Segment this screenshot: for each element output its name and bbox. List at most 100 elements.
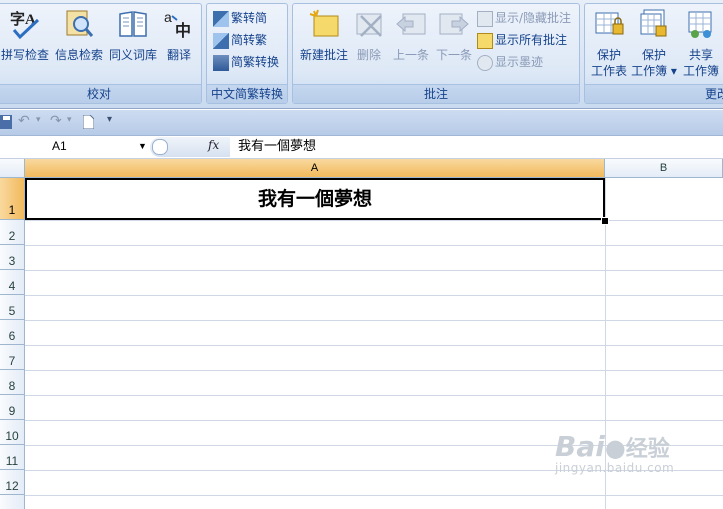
row-header-7[interactable]: 7 [0, 345, 25, 370]
row-header-2[interactable]: 2 [0, 220, 25, 245]
previous-comment-icon [396, 13, 426, 35]
quick-access-toolbar: ↶ ▾ ↷ ▾ ▾ [0, 110, 723, 136]
show-hide-comment-label: 显示/隐藏批注 [495, 11, 572, 25]
conversion-label: 简繁转换 [231, 55, 280, 69]
protect-sheet-button[interactable]: 保护 工作表 [589, 8, 629, 79]
chinese-conversion-group: 繁转简 简转繁 简繁转换 中文简繁转换 [206, 3, 288, 104]
paw-icon: ● [604, 434, 626, 462]
show-all-comments-button[interactable]: 显示所有批注 [477, 30, 567, 50]
thesaurus-icon [119, 11, 147, 37]
proofing-group-label: 校对 [0, 84, 201, 103]
row-divider [25, 270, 723, 271]
share-workbook-icon [688, 11, 712, 38]
row-header-3[interactable]: 3 [0, 245, 25, 270]
delete-comment-button[interactable]: 删除 [351, 8, 387, 63]
undo-dropdown-icon[interactable]: ▾ [36, 115, 41, 125]
trad-to-simp-icon [213, 10, 229, 27]
row-divider [25, 370, 723, 371]
thesaurus-button[interactable]: 同义词库 [107, 8, 159, 63]
show-hide-comment-icon [477, 10, 493, 27]
protect-sheet-icon [595, 12, 624, 35]
changes-group-label-text: 更改 [705, 87, 723, 101]
row-header-11[interactable]: 11 [0, 445, 25, 470]
changes-group: 保护工作表 保护工作簿 ▾ 共享工作簿 更改 [584, 3, 723, 104]
simp-to-trad-icon [213, 32, 229, 49]
conversion-button[interactable]: 简繁转换 [213, 52, 279, 72]
redo-dropdown-icon[interactable]: ▾ [67, 115, 72, 125]
next-comment-label: 下一条 [435, 48, 472, 62]
new-comment-icon [309, 9, 339, 37]
trad-to-simp-button[interactable]: 繁转简 [213, 8, 267, 28]
new-comment-button[interactable]: 新建批注 [297, 8, 351, 63]
row-header-4[interactable]: 4 [0, 270, 25, 295]
research-icon [66, 10, 94, 37]
next-comment-button[interactable]: 下一条 [433, 8, 475, 63]
delete-comment-icon [356, 13, 382, 37]
delete-comment-label: 删除 [356, 48, 381, 62]
translate-label: 翻译 [166, 48, 191, 62]
row-header-9[interactable]: 9 [0, 395, 25, 420]
column-header-a[interactable]: A [25, 159, 605, 178]
row-divider [25, 495, 723, 496]
thesaurus-label: 同义词库 [108, 48, 157, 62]
protect-workbook-button[interactable]: 保护 工作簿 ▾ [631, 8, 677, 79]
row-header-1[interactable]: 1 [0, 178, 25, 220]
name-box[interactable]: A1 ▼ [2, 137, 147, 156]
row-divider [25, 345, 723, 346]
show-hide-comment-button[interactable]: 显示/隐藏批注 [477, 8, 571, 28]
spell-check-icon: 字A [10, 10, 40, 40]
previous-comment-label: 上一条 [392, 48, 429, 62]
simp-to-trad-button[interactable]: 简转繁 [213, 30, 267, 50]
insert-function-button[interactable]: fx [208, 138, 219, 152]
row-divider [25, 420, 723, 421]
translate-icon: a 中 [164, 9, 191, 40]
select-all-corner[interactable] [0, 159, 25, 178]
baidu-watermark: Bai●经验 jingyan.baidu.com [555, 430, 674, 475]
row-divider [25, 220, 723, 221]
name-box-value: A1 [52, 139, 67, 153]
row-header-6[interactable]: 6 [0, 320, 25, 345]
show-ink-button[interactable]: 显示墨迹 [477, 52, 543, 72]
formula-input[interactable]: 我有一個夢想 [238, 137, 316, 157]
undo-icon[interactable]: ↶ [18, 113, 30, 129]
research-button[interactable]: 信息检索 [53, 8, 105, 63]
protect-sheet-label: 保护 工作表 [589, 47, 629, 79]
ribbon: 字A 拼写检查 信息检索 同义词库 a 中 翻译 校对 繁转简 简转繁 简繁转换… [0, 0, 723, 109]
spell-check-button[interactable]: 字A 拼写检查 [0, 8, 50, 63]
new-document-icon[interactable] [83, 115, 94, 129]
protect-workbook-label: 保护 工作簿 ▾ [631, 47, 677, 79]
proofing-group: 字A 拼写检查 信息检索 同义词库 a 中 翻译 校对 [0, 3, 202, 104]
customize-qat-icon[interactable]: ▾ [107, 114, 112, 125]
comments-group: 新建批注 删除 上一条 下一条 显示/隐藏批注 显示所有批注 显示墨迹 批注 [292, 3, 580, 104]
row-header-5[interactable]: 5 [0, 295, 25, 320]
row-header-8[interactable]: 8 [0, 370, 25, 395]
previous-comment-button[interactable]: 上一条 [389, 8, 433, 63]
share-workbook-line2: 工作簿 [682, 64, 719, 78]
translate-button[interactable]: a 中 翻译 [159, 8, 199, 63]
fill-handle[interactable] [601, 217, 609, 225]
cell-a1[interactable]: 我有一個夢想 [25, 178, 605, 220]
protect-sheet-line1: 保护 [596, 48, 621, 62]
new-comment-label: 新建批注 [299, 48, 348, 62]
row-header-10[interactable]: 10 [0, 420, 25, 445]
save-icon[interactable] [0, 115, 12, 129]
watermark-brand-suffix: 经验 [625, 437, 670, 462]
formula-bar: A1 ▼ fx 我有一個夢想 [0, 136, 723, 159]
comments-group-label: 批注 [293, 84, 579, 103]
row-header-12[interactable]: 12 [0, 470, 25, 495]
show-ink-icon [477, 54, 493, 71]
trad-to-simp-label: 繁转简 [231, 11, 268, 25]
changes-group-label: 更改 [585, 84, 723, 103]
protect-sheet-line2: 工作表 [590, 64, 627, 78]
next-comment-icon [439, 13, 469, 35]
watermark-url: jingyan.baidu.com [555, 461, 675, 475]
conversion-icon [213, 54, 229, 71]
column-header-b[interactable]: B [605, 159, 723, 178]
row-header-13[interactable] [0, 495, 25, 509]
svg-text:中: 中 [175, 21, 191, 40]
formula-splitter-icon[interactable] [152, 139, 168, 155]
chevron-down-icon: ▾ [670, 64, 677, 78]
share-workbook-button[interactable]: 共享 工作簿 [681, 8, 721, 79]
name-box-dropdown-icon[interactable]: ▼ [138, 137, 147, 156]
redo-icon[interactable]: ↷ [50, 113, 62, 129]
